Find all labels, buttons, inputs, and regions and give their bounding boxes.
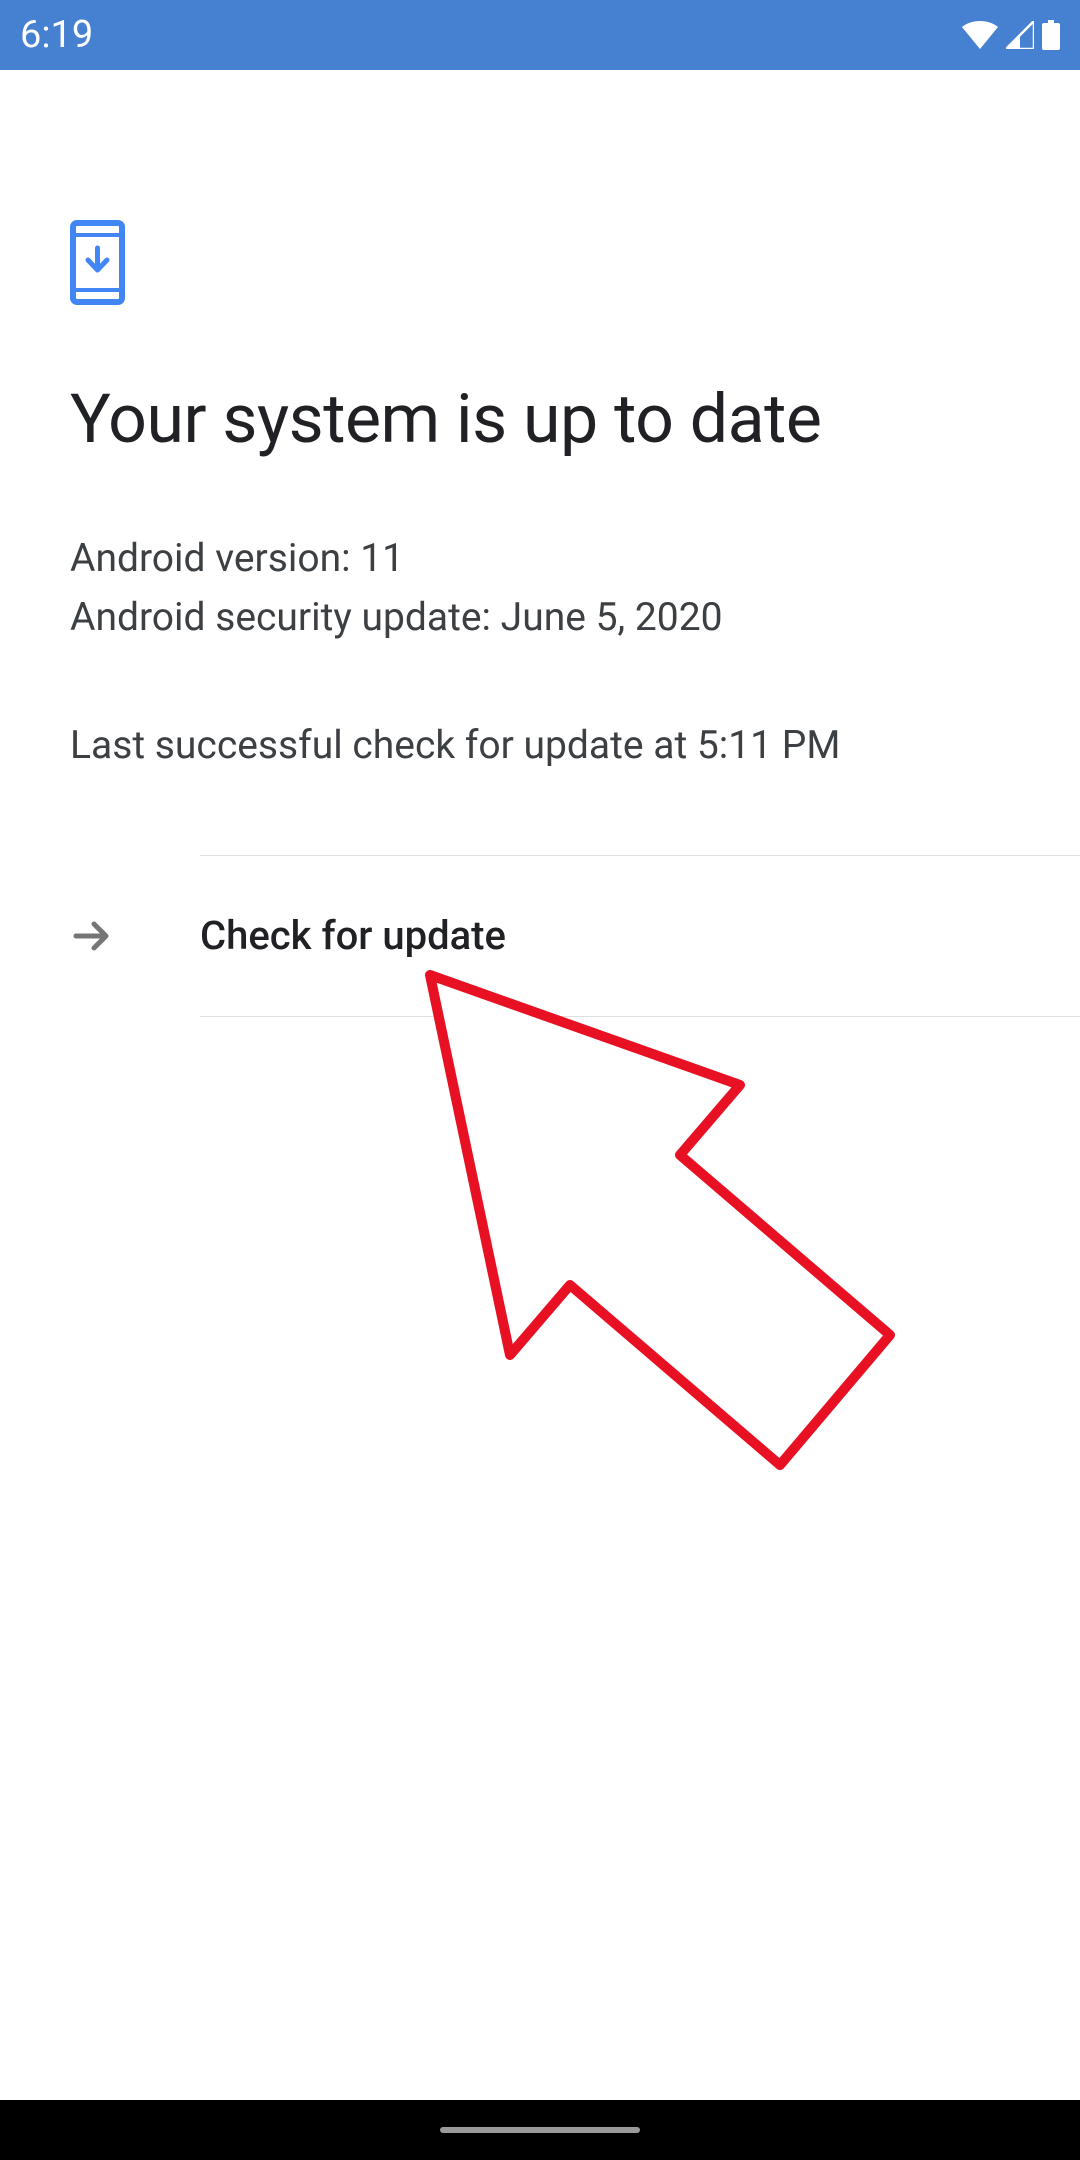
update-icon-wrapper <box>70 220 1010 309</box>
nav-handle <box>440 2127 640 2133</box>
arrow-icon-wrapper <box>70 914 200 958</box>
main-content: Your system is up to date Android versio… <box>0 220 1080 775</box>
status-time: 6:19 <box>20 13 93 57</box>
android-version-text: Android version: 11 <box>70 529 1010 588</box>
security-update-text: Android security update: June 5, 2020 <box>70 588 1010 647</box>
check-for-update-button[interactable]: Check for update <box>0 856 1080 1016</box>
battery-icon <box>1042 20 1060 50</box>
divider <box>200 1016 1080 1017</box>
page-title: Your system is up to date <box>70 379 1010 459</box>
last-check-text: Last successful check for update at 5:11… <box>70 716 1010 775</box>
status-icons <box>962 20 1060 50</box>
annotation-arrow-overlay <box>420 965 920 1505</box>
navigation-bar[interactable] <box>0 2100 1080 2160</box>
system-update-icon <box>70 220 125 305</box>
check-update-section: Check for update <box>0 855 1080 1017</box>
check-update-label: Check for update <box>200 912 506 959</box>
wifi-icon <box>962 21 998 49</box>
status-bar: 6:19 <box>0 0 1080 70</box>
signal-icon <box>1006 21 1034 49</box>
version-info-block: Android version: 11 Android security upd… <box>70 529 1010 646</box>
arrow-right-icon <box>70 914 114 958</box>
